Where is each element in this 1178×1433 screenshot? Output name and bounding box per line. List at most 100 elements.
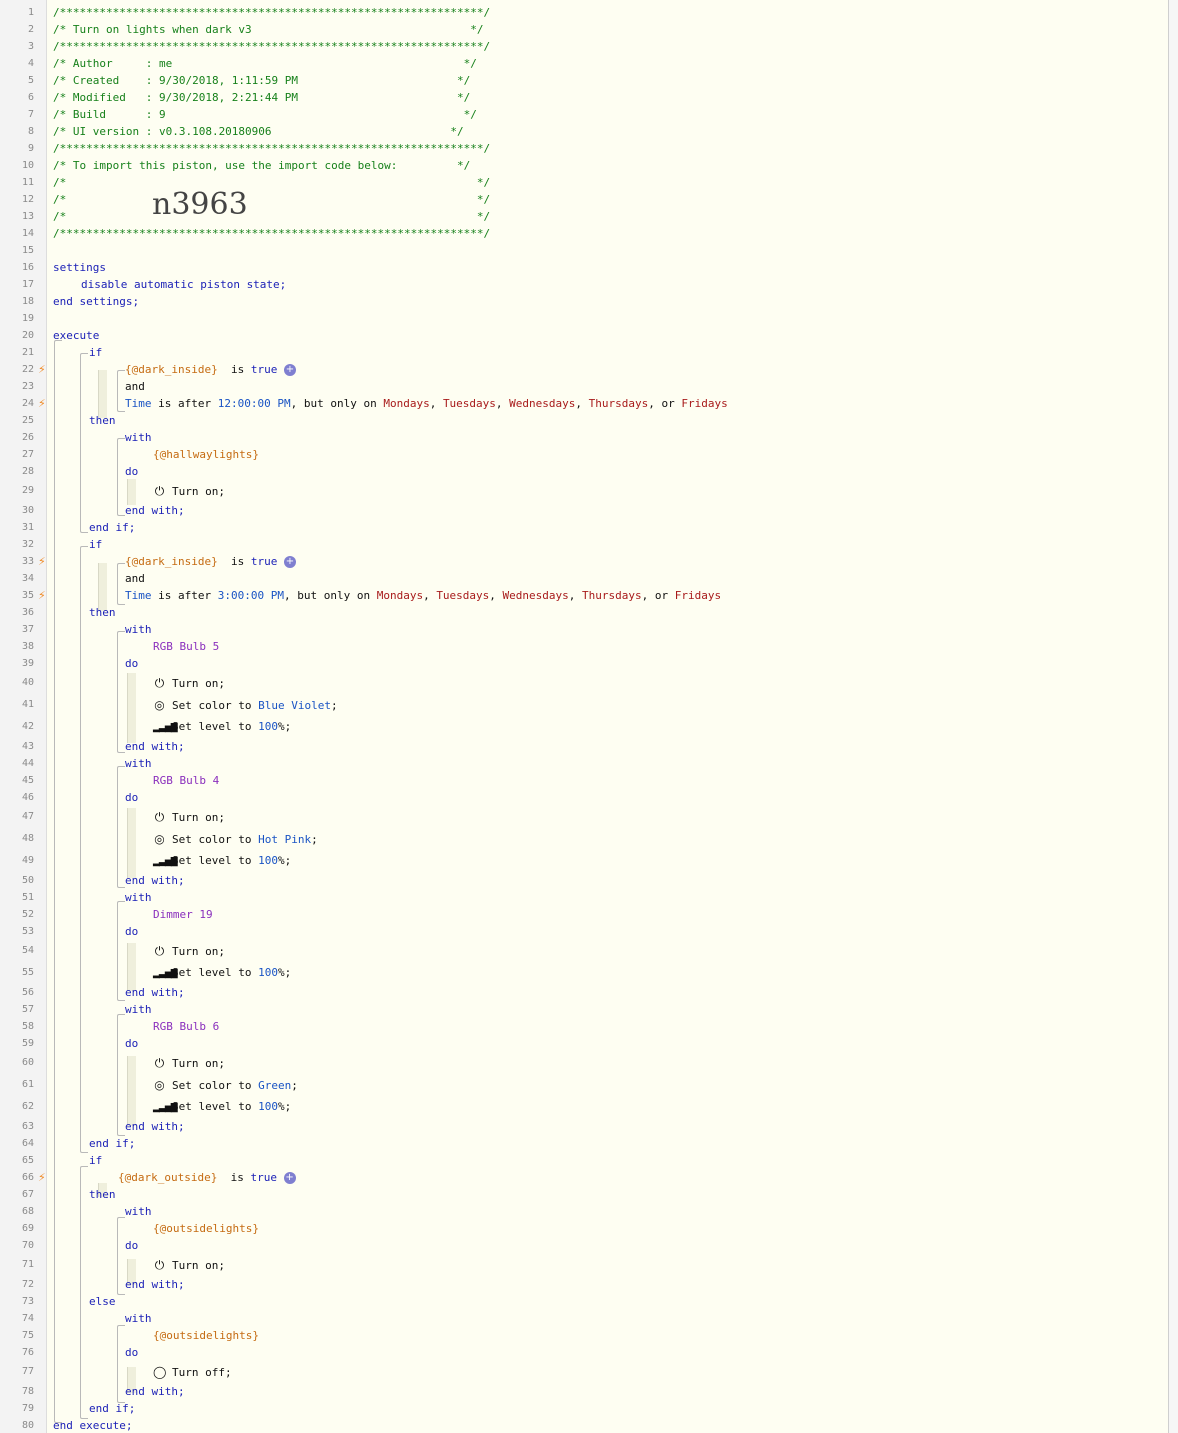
if-keyword[interactable]: if	[89, 538, 102, 551]
time-operand[interactable]: Time	[125, 397, 152, 410]
code-line: 74 with	[21, 1312, 152, 1325]
end-if-keyword[interactable]: end if;	[89, 521, 135, 534]
end-execute-keyword[interactable]: end execute;	[53, 1419, 132, 1432]
with-keyword[interactable]: with	[125, 431, 152, 444]
lightning-bolt-icon: ⚡	[38, 363, 46, 376]
variable-dark-inside[interactable]: {@dark_inside}	[125, 555, 218, 568]
power-icon: ⏻	[154, 1056, 165, 1070]
turn-off-command[interactable]: Turn off;	[172, 1366, 232, 1379]
set-color-command[interactable]: Set color to	[172, 699, 251, 712]
and-operator[interactable]: and	[125, 380, 145, 393]
do-keyword[interactable]: do	[125, 1037, 138, 1050]
and-operator[interactable]: and	[125, 572, 145, 585]
code-line: 58 RGB Bulb 6	[21, 1020, 220, 1033]
device-outsidelights[interactable]: {@outsidelights}	[153, 1329, 259, 1342]
with-keyword[interactable]: with	[125, 891, 152, 904]
add-condition-icon[interactable]: +	[283, 556, 296, 568]
end-with-keyword[interactable]: end with;	[125, 504, 185, 517]
end-if-keyword[interactable]: end if;	[89, 1402, 135, 1415]
end-with-keyword[interactable]: end with;	[125, 986, 185, 999]
turn-on-command[interactable]: Turn on;	[172, 945, 225, 958]
code-line: 26 with	[21, 431, 152, 444]
code-line: 17 disable automatic piston state;	[21, 278, 287, 291]
power-off-icon: ◯	[153, 1365, 167, 1379]
set-level-command[interactable]: Set level to	[172, 720, 251, 733]
turn-on-command[interactable]: Turn on;	[172, 677, 225, 690]
set-level-command[interactable]: Set level to	[172, 966, 251, 979]
end-with-keyword[interactable]: end with;	[125, 740, 185, 753]
else-keyword[interactable]: else	[89, 1295, 116, 1308]
device-hallwaylights[interactable]: {@hallwaylights}	[153, 448, 259, 461]
settings-keyword[interactable]: settings	[53, 261, 106, 274]
comment-blank: /* */	[53, 210, 491, 223]
device-outsidelights[interactable]: {@outsidelights}	[153, 1222, 259, 1235]
turn-on-command[interactable]: Turn on;	[172, 1259, 225, 1272]
add-condition-icon[interactable]: +	[283, 364, 296, 376]
variable-dark-inside[interactable]: {@dark_inside}	[125, 363, 218, 376]
end-with-keyword[interactable]: end with;	[125, 1120, 185, 1133]
code-line: 2/* Turn on lights when dark v3 */	[27, 23, 484, 36]
code-line: 64 end if;	[21, 1137, 136, 1150]
piston-title: /* Turn on lights when dark v3 */	[53, 23, 484, 36]
end-if-keyword[interactable]: end if;	[89, 1137, 135, 1150]
end-settings-keyword[interactable]: end settings;	[53, 295, 139, 308]
device-rgb-bulb-6[interactable]: RGB Bulb 6	[153, 1020, 219, 1033]
settings-statement[interactable]: disable automatic piston state;	[81, 278, 286, 291]
end-with-keyword[interactable]: end with;	[125, 1278, 185, 1291]
set-color-command[interactable]: Set color to	[172, 1079, 251, 1092]
variable-dark-outside[interactable]: {@dark_outside}	[118, 1171, 217, 1184]
lightning-bolt-icon: ⚡	[38, 589, 46, 602]
with-keyword[interactable]: with	[125, 1003, 152, 1016]
lightning-bolt-icon: ⚡	[38, 555, 46, 568]
do-keyword[interactable]: do	[125, 1346, 138, 1359]
with-keyword[interactable]: with	[125, 1312, 152, 1325]
code-line: 34 and	[21, 572, 145, 585]
with-keyword[interactable]: with	[125, 757, 152, 770]
code-line: 78 end with;	[21, 1385, 185, 1398]
code-line: 63 end with;	[21, 1120, 185, 1133]
then-keyword[interactable]: then	[89, 1188, 116, 1201]
turn-on-command[interactable]: Turn on;	[172, 811, 225, 824]
end-with-keyword[interactable]: end with;	[125, 874, 185, 887]
do-keyword[interactable]: do	[125, 1239, 138, 1252]
set-level-command[interactable]: Set level to	[172, 854, 251, 867]
code-line: 20 execute	[21, 329, 100, 342]
do-keyword[interactable]: do	[125, 657, 138, 670]
code-line: 5/* Created : 9/30/2018, 1:11:59 PM */	[27, 74, 471, 87]
code-line: 53 do	[21, 925, 139, 938]
execute-keyword[interactable]: execute	[53, 329, 99, 342]
do-keyword[interactable]: do	[125, 791, 138, 804]
power-icon: ⏻	[154, 944, 165, 958]
code-line: 12/* */n3963	[21, 187, 491, 222]
code-line: 35 ⚡ Time is after 3:00:00 PM, but only on…	[21, 589, 722, 602]
code-line: 30 end with;	[21, 504, 185, 517]
set-level-command[interactable]: Set level to	[172, 1100, 251, 1113]
author-line: /* Author : me */	[53, 57, 477, 70]
device-dimmer-19[interactable]: Dimmer 19	[153, 908, 213, 921]
code-line: 31 end if;	[21, 521, 136, 534]
if-keyword[interactable]: if	[89, 346, 102, 359]
code-line: 42 ▂▃▅▇Set level to 100%;	[0, 716, 1168, 738]
turn-on-command[interactable]: Turn on;	[172, 485, 225, 498]
code-line: 41 ◎ Set color to Blue Violet;	[0, 694, 1168, 716]
do-keyword[interactable]: do	[125, 465, 138, 478]
device-rgb-bulb-4[interactable]: RGB Bulb 4	[153, 774, 219, 787]
do-keyword[interactable]: do	[125, 925, 138, 938]
with-keyword[interactable]: with	[125, 623, 152, 636]
set-color-command[interactable]: Set color to	[172, 833, 251, 846]
device-rgb-bulb-5[interactable]: RGB Bulb 5	[153, 640, 219, 653]
turn-on-command[interactable]: Turn on;	[172, 1057, 225, 1070]
add-condition-icon[interactable]: +	[283, 1172, 296, 1184]
then-keyword[interactable]: then	[89, 414, 116, 427]
end-with-keyword[interactable]: end with;	[125, 1385, 185, 1398]
with-keyword[interactable]: with	[125, 1205, 152, 1218]
code-line: 56 end with;	[21, 986, 185, 999]
time-operand[interactable]: Time	[125, 589, 152, 602]
power-icon: ⏻	[154, 676, 165, 690]
ui-version-line: /* UI version : v0.3.108.20180906 */	[53, 125, 464, 138]
code-line: 71 ⏻ Turn on;	[0, 1254, 1168, 1276]
code-line: 7/* Build : 9 */	[27, 108, 477, 121]
then-keyword[interactable]: then	[89, 606, 116, 619]
code-line: 43 end with;	[21, 740, 185, 753]
if-keyword[interactable]: if	[89, 1154, 102, 1167]
